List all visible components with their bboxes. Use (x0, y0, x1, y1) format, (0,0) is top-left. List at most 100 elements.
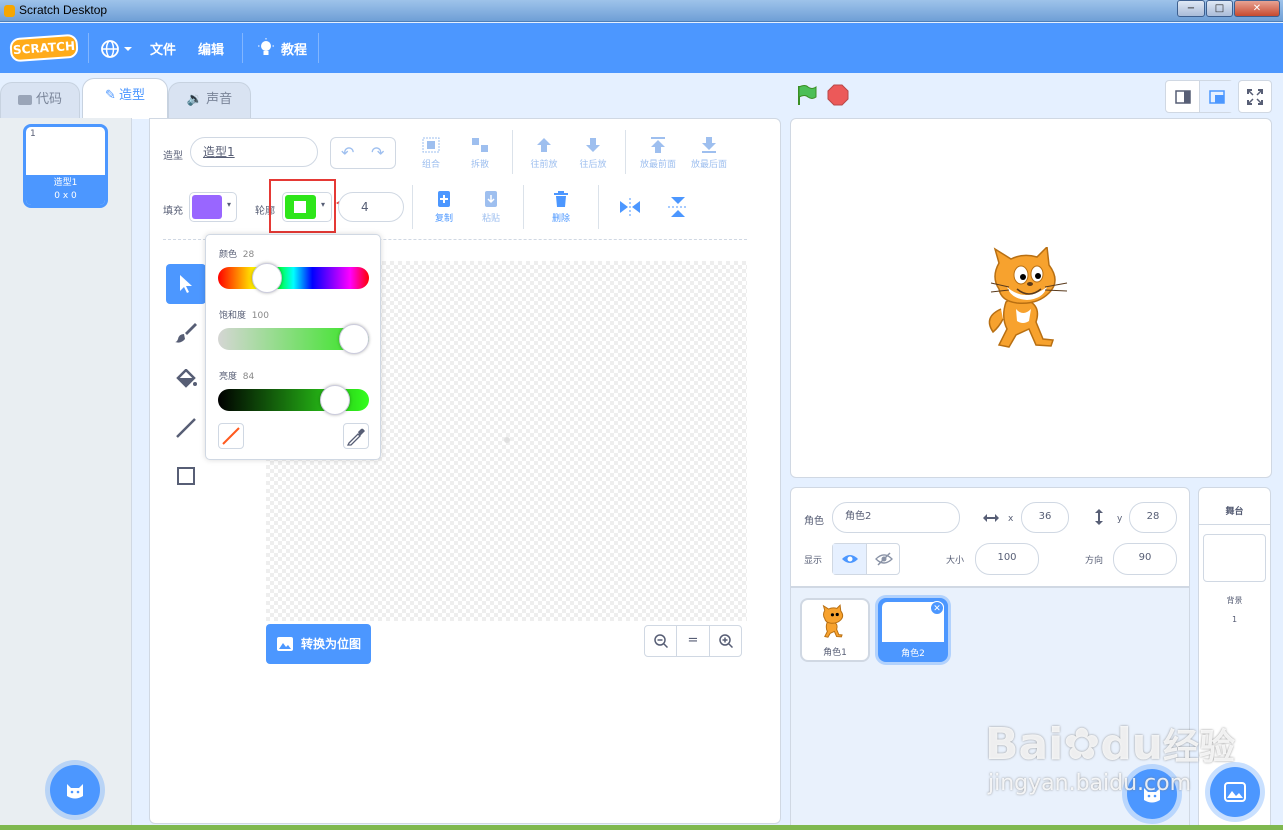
no-color-button[interactable] (218, 423, 244, 449)
menu-tutorials[interactable]: 教程 (281, 39, 307, 58)
group-icon (422, 137, 440, 153)
brightness-slider-knob[interactable] (319, 385, 350, 415)
zoom-out-icon (653, 634, 668, 649)
direction-input[interactable]: 90 (1113, 543, 1177, 575)
zoom-in-button[interactable] (710, 626, 742, 656)
tab-sounds-label: 声音 (206, 92, 233, 107)
window-title: Scratch Desktop (19, 3, 108, 17)
outline-width-input[interactable]: 4 (338, 192, 404, 222)
hide-button[interactable] (867, 544, 900, 574)
delete-button[interactable]: 删除 (547, 191, 575, 224)
show-label: 显示 (804, 556, 823, 566)
sprite-tile-selected[interactable]: ✕ 角色2 (878, 598, 948, 662)
x-input[interactable]: 36 (1021, 502, 1069, 533)
costume-label: 造型1 0 x 0 (26, 175, 105, 205)
choose-costume-button[interactable] (50, 765, 100, 815)
stage-divider (1198, 524, 1271, 525)
green-flag-icon[interactable] (795, 84, 817, 106)
menu-edit[interactable]: 编辑 (198, 39, 224, 58)
sprite-name-label: 角色 (804, 516, 824, 527)
rectangle-icon (177, 467, 195, 485)
paintbrush-icon (175, 323, 197, 343)
ungroup-label: 拆散 (470, 160, 489, 170)
globe-icon[interactable] (100, 39, 134, 59)
zoom-controls: = (644, 625, 742, 657)
fullscreen-button[interactable] (1238, 80, 1272, 113)
backward-button[interactable]: 往后放 (575, 137, 611, 170)
canvas-center-dot (504, 437, 510, 443)
fill-label: 填充 (163, 206, 183, 217)
costume-name: 造型1 (53, 178, 78, 188)
costume-name-input[interactable]: 造型1 (190, 137, 318, 167)
paste-icon (485, 191, 497, 207)
close-window-button[interactable]: ✕ (1234, 0, 1280, 17)
cat-sprite[interactable] (981, 247, 1081, 352)
back-button[interactable]: 放最后面 (688, 137, 730, 170)
tab-sounds[interactable]: 🔉 声音 (168, 82, 251, 118)
show-button[interactable] (833, 544, 867, 574)
fill-color-button[interactable]: ▾ (189, 192, 237, 222)
tab-code[interactable]: 代码 (0, 82, 80, 118)
eyedropper-button[interactable] (343, 423, 369, 449)
menu-divider (88, 33, 89, 63)
menu-divider (242, 33, 243, 63)
saturation-slider[interactable] (218, 324, 369, 354)
fill-tool[interactable] (166, 360, 206, 400)
stage-canvas[interactable] (790, 118, 1272, 478)
tab-costumes[interactable]: ✎ 造型 (82, 78, 168, 119)
costume-item[interactable]: 1 造型1 0 x 0 (23, 124, 108, 208)
flip-vertical-icon[interactable] (668, 196, 688, 218)
saturation-slider-knob[interactable] (339, 324, 369, 354)
zoom-reset-button[interactable]: = (677, 626, 710, 656)
group-button[interactable]: 组合 (416, 137, 446, 170)
size-input[interactable]: 100 (975, 543, 1039, 575)
undo-redo-group: ↶ ↷ (330, 137, 396, 169)
choose-backdrop-button[interactable] (1210, 767, 1260, 817)
small-stage-button[interactable] (1166, 81, 1200, 112)
sprite-tile[interactable]: 角色1 (800, 598, 870, 662)
cursor-arrow-icon (180, 275, 192, 293)
ungroup-button[interactable]: 拆散 (465, 137, 495, 170)
y-input[interactable]: 28 (1129, 502, 1177, 533)
flip-horizontal-icon[interactable] (619, 198, 641, 216)
front-button[interactable]: 放最前面 (637, 137, 679, 170)
x-arrows-icon (983, 514, 999, 522)
line-icon (176, 418, 196, 438)
select-tool[interactable] (166, 264, 206, 304)
brush-tool[interactable] (166, 312, 206, 352)
minimize-button[interactable]: − (1177, 0, 1205, 17)
redo-icon[interactable]: ↷ (371, 143, 384, 162)
delete-label: 删除 (551, 214, 570, 224)
menu-file[interactable]: 文件 (150, 39, 176, 58)
copy-button[interactable]: 复制 (430, 191, 458, 224)
sprite-name-input[interactable]: 角色2 (832, 502, 960, 533)
large-stage-button[interactable] (1200, 81, 1233, 112)
costume-index: 1 (30, 129, 36, 139)
rectangle-tool[interactable] (166, 456, 206, 496)
zoom-in-icon (719, 634, 734, 649)
backdrop-image-icon (1224, 782, 1246, 802)
convert-to-bitmap-button[interactable]: 转换为位图 (266, 624, 371, 664)
front-label: 放最前面 (639, 160, 676, 170)
fill-swatch (192, 195, 222, 219)
large-stage-icon (1209, 90, 1225, 104)
scratch-logo[interactable]: SCRATCH (9, 33, 79, 63)
brightness-slider[interactable] (218, 385, 369, 415)
toolbar-divider (598, 185, 599, 229)
undo-icon[interactable]: ↶ (341, 143, 354, 162)
stage-thumbnail (1203, 534, 1266, 582)
delete-sprite-icon[interactable]: ✕ (930, 601, 944, 615)
line-tool[interactable] (166, 408, 206, 448)
paste-button[interactable]: 粘贴 (477, 191, 505, 224)
brush-icon: ✎ (105, 88, 116, 103)
zoom-out-button[interactable] (645, 626, 677, 656)
forward-button[interactable]: 往前放 (526, 137, 562, 170)
paint-bucket-icon (176, 368, 197, 388)
eyedropper-icon (346, 428, 365, 446)
hue-slider[interactable] (218, 263, 369, 293)
tab-code-label: 代码 (35, 92, 62, 107)
taskbar-edge (0, 825, 1283, 830)
stop-icon[interactable] (827, 84, 849, 106)
maximize-button[interactable]: □ (1206, 0, 1233, 17)
hue-slider-knob[interactable] (251, 263, 282, 293)
